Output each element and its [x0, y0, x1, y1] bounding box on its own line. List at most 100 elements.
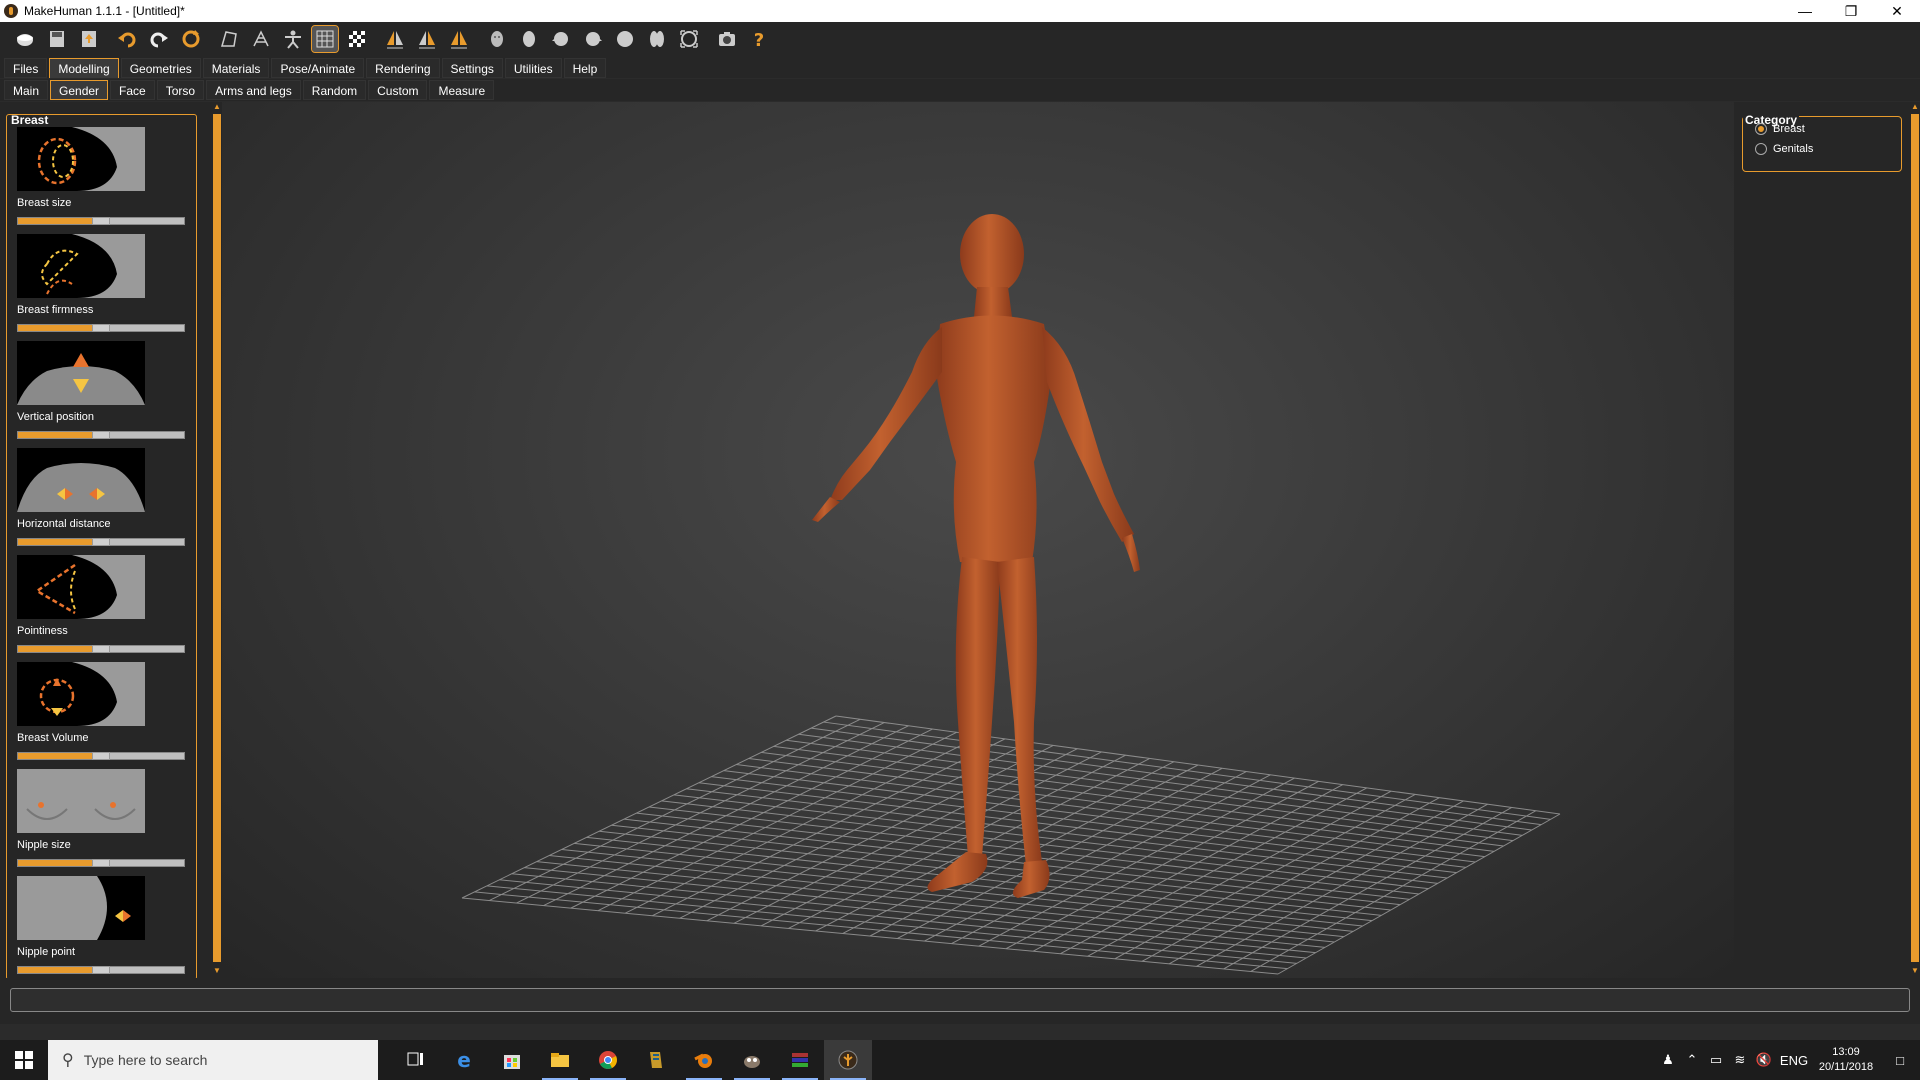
nipple-point-slider[interactable] [17, 966, 185, 974]
volume-muted-icon[interactable]: 🔇 [1752, 1052, 1776, 1068]
pointiness-slider[interactable] [17, 645, 185, 653]
blender-icon[interactable] [680, 1040, 728, 1080]
main-tab-modelling[interactable]: Modelling [49, 58, 119, 78]
nipple-size-slider-handle[interactable] [92, 859, 110, 867]
main-tab-materials[interactable]: Materials [202, 58, 270, 78]
radio-breast[interactable]: Breast [1755, 123, 1805, 135]
main-tab-rendering[interactable]: Rendering [366, 58, 440, 78]
app-icon-book[interactable] [632, 1040, 680, 1080]
horizontal-distance-slider[interactable] [17, 538, 185, 546]
breast-volume-thumbnail[interactable] [17, 662, 145, 726]
right-scrollbar[interactable]: ▲ ▼ [1910, 102, 1920, 978]
main-tab-utilities[interactable]: Utilities [504, 58, 562, 78]
pointiness-thumbnail[interactable] [17, 555, 145, 619]
wireframe-icon[interactable] [248, 26, 274, 52]
save-icon[interactable] [44, 26, 70, 52]
sub-tab-torso[interactable]: Torso [156, 80, 205, 100]
sub-tab-random[interactable]: Random [302, 80, 367, 100]
breast-size-thumbnail[interactable] [17, 127, 145, 191]
right-view-icon[interactable] [580, 26, 606, 52]
scroll-down-arrow[interactable]: ▼ [212, 966, 222, 976]
store-icon[interactable] [488, 1040, 536, 1080]
bottom-view-icon[interactable] [644, 26, 670, 52]
restore-button[interactable]: ❐ [1828, 0, 1874, 22]
radio-genitals-button[interactable] [1755, 143, 1767, 155]
taskbar-search[interactable]: ⚲ Type here to search [48, 1040, 378, 1080]
breast-volume-slider[interactable] [17, 752, 185, 760]
show-hidden-icons-chevron-icon[interactable]: ⌃ [1680, 1052, 1704, 1068]
right-scroll-thumb[interactable] [1911, 114, 1919, 962]
3d-viewport[interactable] [222, 102, 1734, 978]
right-scroll-up-arrow[interactable]: ▲ [1910, 102, 1920, 112]
main-tab-settings[interactable]: Settings [441, 58, 503, 78]
battery-icon[interactable]: ▭ [1704, 1052, 1728, 1068]
main-tab-pose-animate[interactable]: Pose/Animate [271, 58, 365, 78]
sub-tab-custom[interactable]: Custom [368, 80, 428, 100]
sub-tab-arms-and-legs[interactable]: Arms and legs [206, 80, 301, 100]
top-view-icon[interactable] [612, 26, 638, 52]
checker-icon[interactable] [344, 26, 370, 52]
breast-size-slider-handle[interactable] [92, 217, 110, 225]
horizontal-distance-slider-handle[interactable] [92, 538, 110, 546]
nipple-size-thumbnail[interactable] [17, 769, 145, 833]
start-button[interactable] [0, 1040, 48, 1080]
front-view-icon[interactable] [484, 26, 510, 52]
left-scrollbar[interactable]: ▲ ▼ [212, 102, 222, 978]
screenshot-icon[interactable] [714, 26, 740, 52]
makehuman-task-icon[interactable] [824, 1040, 872, 1080]
chrome-icon[interactable] [584, 1040, 632, 1080]
help-icon[interactable]: ? [746, 26, 772, 52]
smooth-icon[interactable] [216, 26, 242, 52]
breast-firmness-slider-handle[interactable] [92, 324, 110, 332]
pose-icon[interactable] [280, 26, 306, 52]
main-tab-geometries[interactable]: Geometries [120, 58, 201, 78]
vertical-position-slider-handle[interactable] [92, 431, 110, 439]
reset-camera-icon[interactable] [676, 26, 702, 52]
nipple-point-slider-handle[interactable] [92, 966, 110, 974]
nipple-point-thumbnail[interactable] [17, 876, 145, 940]
gimp-icon[interactable] [728, 1040, 776, 1080]
task-view-icon[interactable] [392, 1040, 440, 1080]
main-tab-files[interactable]: Files [4, 58, 48, 78]
breast-firmness-slider[interactable] [17, 324, 185, 332]
symmetry-left-icon[interactable] [382, 26, 408, 52]
people-icon[interactable]: ♟ [1656, 1052, 1680, 1068]
pointiness-slider-handle[interactable] [92, 645, 110, 653]
vertical-position-slider[interactable] [17, 431, 185, 439]
reset-icon[interactable] [178, 26, 204, 52]
sub-tab-main[interactable]: Main [4, 80, 49, 100]
export-icon[interactable] [76, 26, 102, 52]
minimize-button[interactable]: — [1782, 0, 1828, 22]
edge-browser-icon[interactable]: e [440, 1040, 488, 1080]
radio-breast-button[interactable] [1755, 123, 1767, 135]
grid-icon[interactable] [311, 25, 339, 53]
sub-tab-gender[interactable]: Gender [50, 80, 109, 100]
language-indicator[interactable]: ENG [1776, 1053, 1812, 1068]
scroll-up-arrow[interactable]: ▲ [212, 102, 222, 112]
scroll-thumb[interactable] [213, 114, 221, 962]
breast-firmness-thumbnail[interactable] [17, 234, 145, 298]
file-explorer-icon[interactable] [536, 1040, 584, 1080]
breast-size-slider[interactable] [17, 217, 185, 225]
nipple-size-slider[interactable] [17, 859, 185, 867]
notifications-icon[interactable]: □ [1880, 1053, 1920, 1068]
symmetry-icon[interactable] [446, 26, 472, 52]
new-file-icon[interactable] [12, 26, 38, 52]
sub-tab-measure[interactable]: Measure [429, 80, 495, 100]
breast-volume-slider-handle[interactable] [92, 752, 110, 760]
radio-genitals[interactable]: Genitals [1755, 143, 1813, 155]
back-view-icon[interactable] [516, 26, 542, 52]
undo-icon[interactable] [114, 26, 140, 52]
sub-tab-face[interactable]: Face [110, 80, 155, 100]
clock[interactable]: 13:09 20/11/2018 [1812, 1045, 1880, 1075]
wifi-icon[interactable]: ≋ [1728, 1052, 1752, 1068]
right-scroll-down-arrow[interactable]: ▼ [1910, 966, 1920, 976]
redo-icon[interactable] [146, 26, 172, 52]
left-view-icon[interactable] [548, 26, 574, 52]
main-tab-help[interactable]: Help [563, 58, 607, 78]
archive-icon[interactable] [776, 1040, 824, 1080]
close-button[interactable]: ✕ [1874, 0, 1920, 22]
symmetry-right-icon[interactable] [414, 26, 440, 52]
horizontal-distance-thumbnail[interactable] [17, 448, 145, 512]
vertical-position-thumbnail[interactable] [17, 341, 145, 405]
